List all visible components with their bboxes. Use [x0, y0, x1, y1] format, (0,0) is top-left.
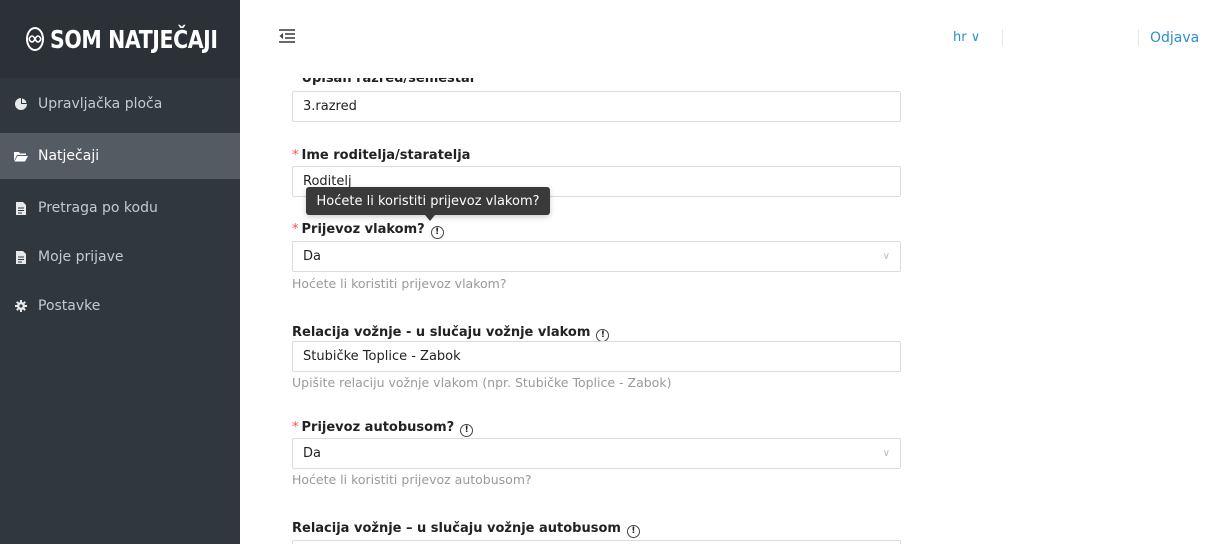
info-icon[interactable]: !: [626, 525, 640, 538]
sidebar-item-moje-prijave[interactable]: Moje prijave: [0, 234, 240, 280]
bus-select[interactable]: Da ∨: [292, 438, 901, 469]
train-route-label: Relacija vožnje - u slučaju vožnje vlako…: [292, 325, 610, 342]
train-help-text: Hoćete li koristiti prijevoz vlakom?: [292, 276, 507, 291]
train-select[interactable]: Da ∨: [292, 241, 901, 272]
menu-fold-icon[interactable]: [278, 28, 298, 48]
info-icon[interactable]: !: [460, 424, 474, 437]
top-header: hr ∨ Odjava: [240, 0, 1210, 78]
app-logo[interactable]: SOM NATJEČAJI: [0, 0, 240, 78]
sidebar: SOM NATJEČAJI Upravljačka ploča Natječaj…: [0, 0, 240, 544]
folder-open-icon: [14, 151, 28, 162]
grade-input[interactable]: 3.razred: [292, 91, 901, 122]
sidebar-item-pretraga[interactable]: Pretraga po kodu: [0, 185, 240, 231]
sidebar-item-natjecaji[interactable]: Natječaji: [0, 133, 240, 179]
app-name: SOM NATJEČAJI: [50, 24, 218, 54]
chevron-down-icon: ∨: [882, 448, 890, 459]
divider: [1138, 29, 1139, 46]
language-selector[interactable]: hr ∨: [953, 30, 980, 45]
document-icon: [14, 250, 28, 264]
parent-name-label: * Ime roditelja/staratelja: [292, 148, 471, 163]
document-icon: [14, 201, 28, 215]
application-form: * Upisan razred/semestar 3.razred * Ime ro…: [240, 78, 945, 544]
gear-icon: [14, 300, 28, 312]
divider: [1002, 29, 1003, 46]
logout-link[interactable]: Odjava: [1150, 30, 1199, 46]
logo-icon: [26, 27, 44, 51]
required-marker: *: [292, 78, 299, 86]
grade-label: * Upisan razred/semestar: [292, 78, 476, 86]
bus-label: * Prijevoz autobusom?!: [292, 420, 474, 437]
tooltip: Hoćete li koristiti prijevoz vlakom?: [306, 187, 550, 215]
required-marker: *: [292, 420, 299, 435]
chevron-down-icon: ∨: [882, 251, 890, 262]
info-icon[interactable]: !: [430, 226, 444, 239]
sidebar-item-label: Moje prijave: [38, 249, 124, 265]
sidebar-item-dashboard[interactable]: Upravljačka ploča: [0, 81, 240, 127]
train-route-help-text: Upišite relaciju vožnje vlakom (npr. Stu…: [292, 375, 672, 390]
bus-route-input[interactable]: [292, 540, 901, 544]
right-empty-area: [945, 78, 1210, 544]
bus-help-text: Hoćete li koristiti prijevoz autobusom?: [292, 472, 532, 487]
sidebar-item-label: Natječaji: [38, 148, 100, 164]
sidebar-item-label: Upravljačka ploča: [38, 96, 163, 112]
sidebar-item-label: Pretraga po kodu: [38, 200, 158, 216]
sidebar-item-label: Postavke: [38, 298, 101, 314]
tooltip-arrow: [425, 215, 435, 221]
dashboard-pie-icon: [14, 98, 28, 110]
bus-route-label: Relacija vožnje – u slučaju vožnje autob…: [292, 521, 640, 538]
required-marker: *: [292, 148, 299, 163]
required-marker: *: [292, 222, 299, 237]
train-route-input[interactable]: Stubičke Toplice - Zabok: [292, 341, 901, 372]
train-label: * Prijevoz vlakom?!: [292, 222, 444, 239]
sidebar-item-postavke[interactable]: Postavke: [0, 283, 240, 329]
